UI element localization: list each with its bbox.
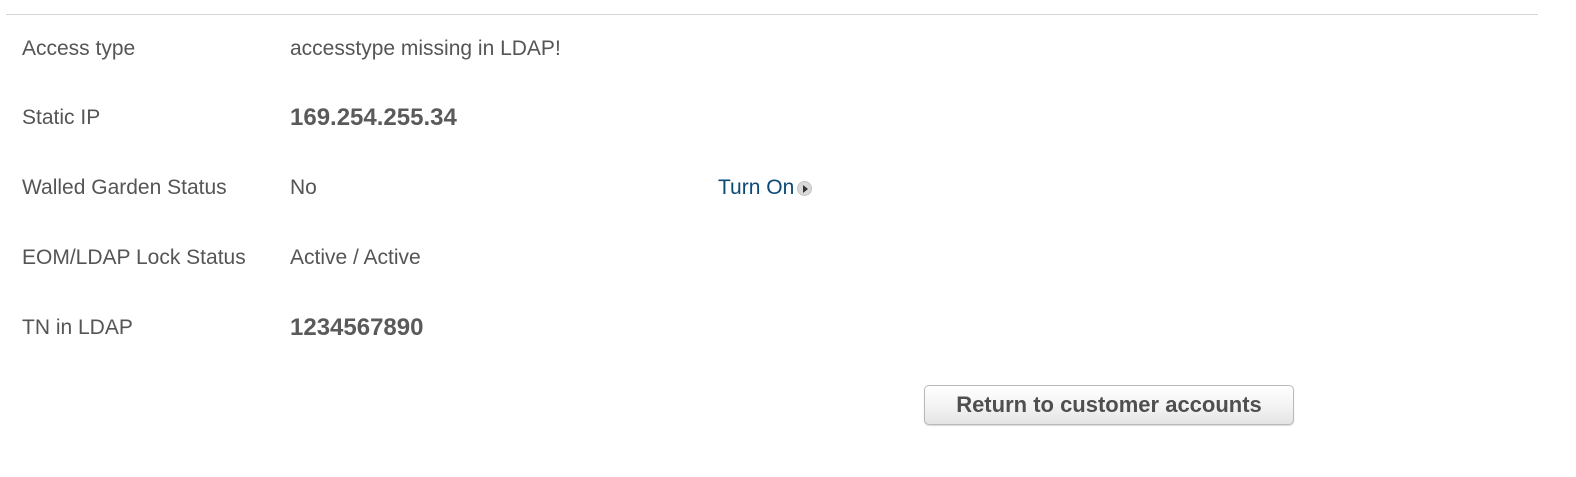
detail-row-walled-garden-status: Walled Garden Status No Turn On	[0, 173, 1576, 203]
lock-status-label: EOM/LDAP Lock Status	[22, 246, 246, 269]
access-type-label: Access type	[22, 37, 136, 60]
detail-row-static-ip: Static IP 169.254.255.34	[0, 103, 1576, 133]
lock-status-value: Active / Active	[290, 246, 421, 269]
detail-row-tn-in-ldap: TN in LDAP 1234567890	[0, 313, 1576, 343]
turn-on-label: Turn On	[718, 176, 795, 199]
return-to-customer-accounts-button[interactable]: Return to customer accounts	[924, 385, 1294, 425]
tn-in-ldap-value: 1234567890	[290, 314, 424, 341]
arrow-right-circle-icon	[797, 180, 813, 196]
walled-garden-status-label: Walled Garden Status	[22, 176, 227, 199]
detail-row-lock-status: EOM/LDAP Lock Status Active / Active	[0, 243, 1576, 273]
tn-in-ldap-label: TN in LDAP	[22, 316, 133, 339]
static-ip-value: 169.254.255.34	[290, 104, 457, 131]
static-ip-label: Static IP	[22, 106, 101, 129]
top-divider	[6, 14, 1538, 15]
access-type-value: accesstype missing in LDAP!	[290, 37, 561, 60]
turn-on-link[interactable]: Turn On	[718, 176, 813, 200]
walled-garden-status-value: No	[290, 176, 317, 199]
detail-row-access-type: Access type accesstype missing in LDAP!	[0, 34, 1576, 64]
